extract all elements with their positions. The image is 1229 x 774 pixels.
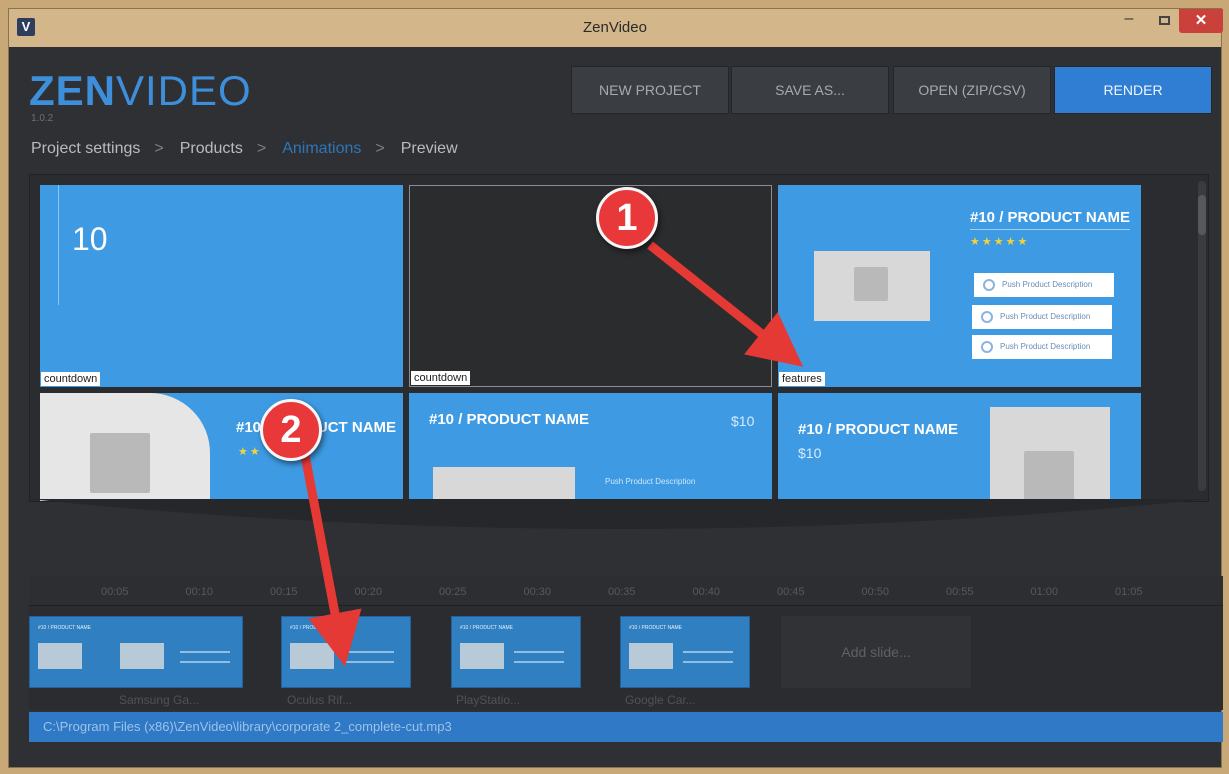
arrow-2 bbox=[300, 454, 362, 667]
arrow-1 bbox=[647, 241, 804, 367]
annotation-marker-2: 2 bbox=[260, 399, 322, 461]
annotation-marker-1: 1 bbox=[596, 187, 658, 249]
annotation-arrows bbox=[300, 241, 804, 667]
